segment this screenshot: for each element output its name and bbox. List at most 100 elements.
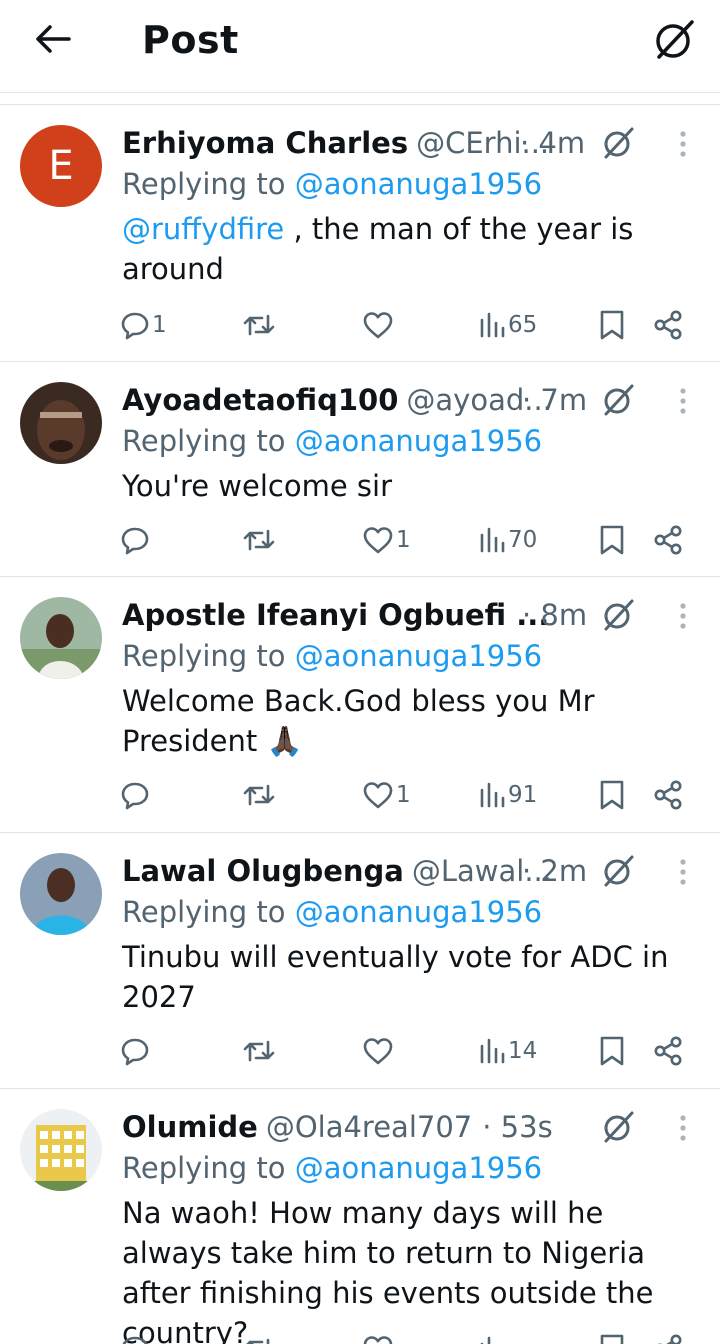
share-button[interactable]	[652, 303, 684, 347]
replying-to-handle[interactable]: @aonanuga1956	[295, 1151, 542, 1185]
retweet-icon	[246, 1338, 270, 1344]
retweet-icon	[243, 529, 275, 551]
comment-icon	[121, 312, 149, 340]
reply-button[interactable]: 1	[120, 303, 167, 347]
action-bar	[0, 1327, 720, 1344]
retweet-button[interactable]	[242, 773, 278, 817]
display-name[interactable]: Apostle Ifeanyi Ogbuefi ...	[122, 598, 549, 632]
like-count: 1	[396, 527, 411, 553]
retweet-button[interactable]	[242, 1029, 278, 1073]
grok-explain-button[interactable]	[598, 123, 638, 163]
like-button[interactable]	[362, 303, 396, 347]
avatar[interactable]	[20, 853, 102, 935]
like-button[interactable]: 1	[362, 518, 411, 562]
timestamp[interactable]: · 4m	[520, 123, 585, 163]
avatar[interactable]: E	[20, 125, 102, 207]
views-button[interactable]: 14	[478, 1029, 537, 1073]
bookmark-button[interactable]	[598, 303, 626, 347]
like-button[interactable]	[362, 1029, 396, 1073]
heart-icon	[363, 1038, 393, 1065]
reply-item[interactable]: Apostle Ifeanyi Ogbuefi ... · 8m Replyin…	[0, 577, 720, 833]
display-name[interactable]: Olumide	[122, 1110, 258, 1144]
reply-button[interactable]	[120, 1029, 152, 1073]
like-button[interactable]: 1	[362, 773, 411, 817]
page-title: Post	[142, 18, 239, 62]
reply-item[interactable]: Olumide @Ola4real707 · 53s Replying to @…	[0, 1089, 720, 1344]
views-button[interactable]: 70	[478, 518, 537, 562]
share-button[interactable]	[652, 1029, 684, 1073]
retweet-icon	[243, 1040, 275, 1062]
replying-to-handle[interactable]: @aonanuga1956	[295, 424, 542, 458]
views-count: 70	[508, 527, 538, 553]
replying-to-handle[interactable]: @aonanuga1956	[295, 167, 542, 201]
replying-to: Replying to @aonanuga1956	[122, 895, 542, 929]
replying-to-handle[interactable]: @aonanuga1956	[295, 639, 542, 673]
reply-button[interactable]	[120, 773, 152, 817]
retweet-icon	[243, 314, 275, 336]
more-options-button[interactable]	[668, 599, 698, 633]
views-button[interactable]: 91	[478, 773, 537, 817]
reply-text: Na waoh! How many days will he always ta…	[122, 1196, 654, 1344]
reply-item[interactable]: E Erhiyoma Charles @CErhi... · 4m Replyi…	[0, 105, 720, 362]
timestamp[interactable]: · 7m	[522, 380, 587, 420]
back-button[interactable]	[30, 18, 76, 60]
bookmark-button[interactable]	[598, 1327, 626, 1344]
share-button[interactable]	[652, 773, 684, 817]
views-button[interactable]	[478, 1327, 506, 1344]
bookmark-button[interactable]	[598, 773, 626, 817]
bookmark-icon	[600, 780, 624, 810]
avatar[interactable]	[20, 382, 102, 464]
share-icon	[654, 310, 682, 340]
heart-icon	[363, 527, 393, 554]
reply-item[interactable]: Lawal Olugbenga @Lawal... · 2m Replying …	[0, 833, 720, 1089]
bookmark-button[interactable]	[598, 1029, 626, 1073]
share-icon	[654, 525, 682, 555]
avatar[interactable]	[20, 1109, 102, 1191]
replying-prefix: Replying to	[122, 895, 286, 929]
timestamp[interactable]: · 53s	[482, 1110, 552, 1144]
display-name[interactable]: Ayoadetaofiq100	[122, 383, 398, 417]
bookmark-button[interactable]	[598, 518, 626, 562]
grok-explain-button[interactable]	[598, 380, 638, 420]
grok-button[interactable]	[648, 14, 700, 66]
avatar-letter: E	[20, 125, 102, 207]
grok-explain-button[interactable]	[598, 851, 638, 891]
reply-text: You're welcome sir	[122, 469, 393, 503]
timestamp[interactable]: · 8m	[522, 595, 587, 635]
display-name[interactable]: Lawal Olugbenga	[122, 854, 404, 888]
mention-link[interactable]: @ruffydfire	[122, 212, 284, 246]
reply-item[interactable]: Ayoadetaofiq100 @ayoad... · 7m Replying …	[0, 362, 720, 577]
grok-explain-button[interactable]	[598, 1107, 638, 1147]
more-options-button[interactable]	[668, 127, 698, 161]
reply-button[interactable]	[120, 518, 152, 562]
replying-to: Replying to @aonanuga1956	[122, 424, 542, 458]
retweet-button[interactable]	[242, 303, 278, 347]
grok-explain-button[interactable]	[598, 595, 638, 635]
grok-icon	[656, 20, 694, 59]
retweet-button[interactable]	[242, 518, 278, 562]
avatar-photo	[20, 1109, 102, 1191]
more-options-button[interactable]	[668, 1111, 698, 1145]
analytics-icon	[480, 1336, 491, 1344]
retweet-button[interactable]	[242, 1327, 276, 1344]
views-count: 65	[508, 312, 538, 338]
more-vertical-icon	[680, 1115, 686, 1141]
views-button[interactable]: 65	[478, 303, 537, 347]
more-options-button[interactable]	[668, 855, 698, 889]
more-options-button[interactable]	[668, 384, 698, 418]
share-button[interactable]	[652, 518, 684, 562]
display-name[interactable]: Erhiyoma Charles	[122, 126, 408, 160]
reply-button[interactable]	[120, 1327, 150, 1344]
action-bar: 1 91	[0, 773, 720, 817]
bookmark-icon	[600, 310, 624, 340]
comment-icon	[121, 527, 149, 555]
analytics-icon	[480, 782, 505, 808]
user-handle[interactable]: @Ola4real707	[266, 1110, 472, 1144]
avatar[interactable]	[20, 597, 102, 679]
share-icon	[654, 1036, 682, 1066]
replying-to-handle[interactable]: @aonanuga1956	[295, 895, 542, 929]
arrow-left-icon	[36, 25, 71, 53]
timestamp[interactable]: · 2m	[522, 851, 587, 891]
like-button[interactable]	[362, 1327, 394, 1344]
share-button[interactable]	[652, 1327, 684, 1344]
